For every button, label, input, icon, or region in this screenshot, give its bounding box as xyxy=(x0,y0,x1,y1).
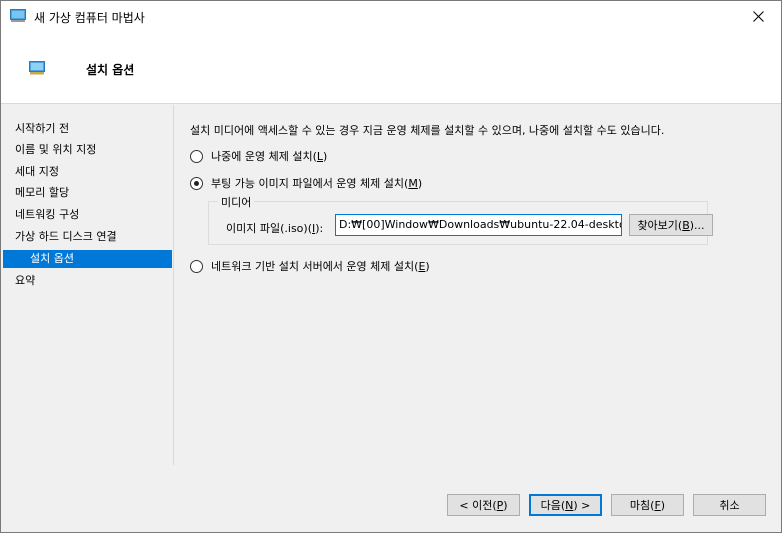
option-label: 나중에 운영 체제 설치(L) xyxy=(211,150,328,163)
nav-item-generation[interactable]: 세대 지정 xyxy=(3,163,172,181)
virtual-machine-icon xyxy=(10,9,26,22)
image-file-path-input[interactable]: D:₩[00]Window₩Downloads₩ubuntu-22.04-des… xyxy=(335,214,622,236)
option-label: 네트워크 기반 설치 서버에서 운영 체제 설치(E) xyxy=(211,260,430,273)
media-group-legend: 미디어 xyxy=(218,194,255,210)
main-content: 설치 미디어에 액세스할 수 있는 경우 지금 운영 체제를 설치할 수 있으며… xyxy=(175,105,781,465)
previous-button[interactable]: < 이전(P) xyxy=(447,494,520,516)
page-title: 설치 옵션 xyxy=(86,63,135,77)
radio-button[interactable] xyxy=(190,149,203,163)
close-icon xyxy=(752,11,764,22)
next-button[interactable]: 다음(N) > xyxy=(529,494,602,516)
browse-button[interactable]: 찾아보기(B)... xyxy=(629,214,713,236)
wizard-step-nav: 시작하기 전 이름 및 위치 지정 세대 지정 메모리 할당 네트워킹 구성 가… xyxy=(1,105,174,465)
radio-button[interactable] xyxy=(190,259,203,273)
cancel-button[interactable]: 취소 xyxy=(693,494,766,516)
image-file-label: 이미지 파일(.iso)(I): xyxy=(226,222,324,235)
option-label: 부팅 가능 이미지 파일에서 운영 체제 설치(M) xyxy=(211,177,423,190)
nav-item-virtual-hard-disk[interactable]: 가상 하드 디스크 연결 xyxy=(3,228,172,246)
nav-item-networking[interactable]: 네트워킹 구성 xyxy=(3,206,172,224)
close-button[interactable] xyxy=(735,1,781,32)
wizard-window: 새 가상 컴퓨터 마법사 설치 옵션 시작하기 전 이름 및 위치 지정 세대 … xyxy=(0,0,782,533)
nav-item-installation-options[interactable]: 설치 옵션 xyxy=(3,250,172,268)
window-title: 새 가상 컴퓨터 마법사 xyxy=(34,11,145,25)
nav-item-name-and-location[interactable]: 이름 및 위치 지정 xyxy=(3,141,172,159)
media-group: 미디어 이미지 파일(.iso)(I): D:₩[00]Window₩Downl… xyxy=(208,194,713,245)
virtual-machine-icon xyxy=(29,61,45,75)
option-install-later[interactable]: 나중에 운영 체제 설치(L) xyxy=(190,148,327,164)
nav-item-before-you-begin[interactable]: 시작하기 전 xyxy=(3,120,172,138)
nav-item-summary[interactable]: 요약 xyxy=(3,272,172,290)
nav-item-memory[interactable]: 메모리 할당 xyxy=(3,184,172,202)
wizard-header: 설치 옵션 xyxy=(1,32,781,104)
option-install-from-network[interactable]: 네트워크 기반 설치 서버에서 운영 체제 설치(E) xyxy=(190,258,430,274)
finish-button[interactable]: 마침(F) xyxy=(611,494,684,516)
option-install-from-image[interactable]: 부팅 가능 이미지 파일에서 운영 체제 설치(M) xyxy=(190,175,422,191)
description-text: 설치 미디어에 액세스할 수 있는 경우 지금 운영 체제를 설치할 수 있으며… xyxy=(190,124,665,137)
radio-button-selected[interactable] xyxy=(190,176,203,190)
title-bar: 새 가상 컴퓨터 마법사 xyxy=(1,1,781,32)
